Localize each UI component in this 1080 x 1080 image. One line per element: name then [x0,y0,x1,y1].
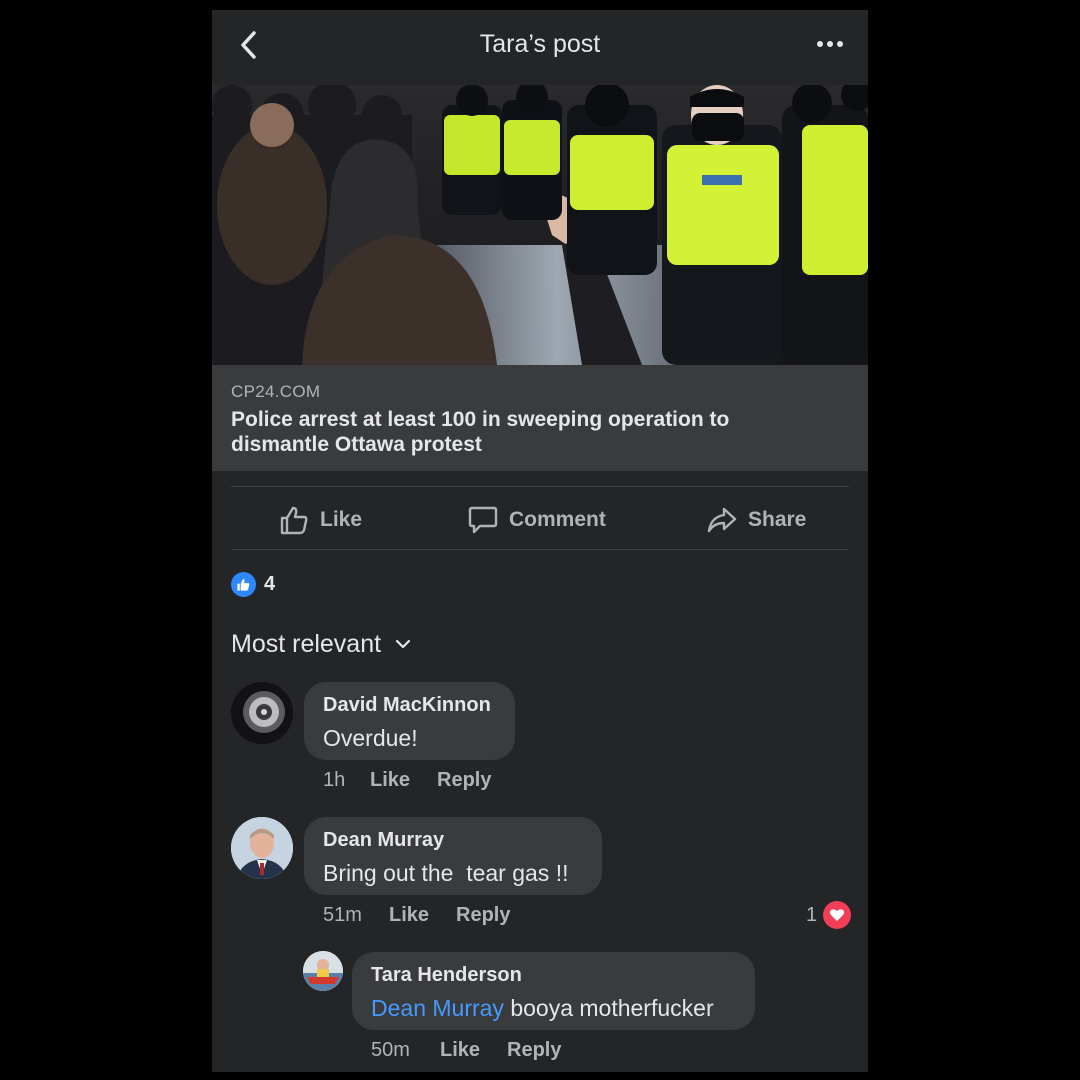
reactions-summary[interactable]: 4 [231,571,275,597]
link-title: Police arrest at least 100 in sweeping o… [231,408,730,456]
page-title: Tara’s post [479,30,601,58]
comment-sort-dropdown[interactable]: Most relevant [231,628,411,660]
comment-time: 51m [323,904,362,926]
comment-author[interactable]: Dean Murray [323,829,444,852]
comment-time: 1h [323,769,346,791]
thumbs-up-icon [280,506,308,535]
like-label: Like [320,508,363,531]
reply-time: 50m [371,1039,410,1061]
top-bar: Tara’s post [212,10,868,85]
avatar[interactable] [231,682,293,744]
link-domain: CP24.COM [231,382,321,401]
comment-like-button[interactable]: Like [389,904,429,927]
like-button[interactable]: Like [278,500,362,540]
comment-label: Comment [509,508,606,531]
post-screen: Tara’s post CP24.COM Police arrest at le… [212,10,868,1072]
reply-text: Dean Murray booya motherfucker [371,995,714,1022]
reply-reply-button[interactable]: Reply [507,1039,561,1062]
chevron-down-icon [395,639,411,649]
share-label: Share [748,508,807,531]
comment-reaction-count[interactable]: 1 [806,904,817,927]
comment-reply-button[interactable]: Reply [437,769,491,792]
reply-body: booya motherfucker [503,995,714,1021]
comment-button[interactable]: Comment [467,500,606,540]
comment-icon [468,506,498,534]
post-photo[interactable] [212,85,868,365]
more-options-button[interactable] [812,31,848,57]
reaction-count: 4 [264,572,276,595]
sort-label: Most relevant [231,629,382,658]
comment-text: Overdue! [323,725,418,751]
comment-like-button[interactable]: Like [370,769,410,792]
reply-author[interactable]: Tara Henderson [371,964,522,987]
photo-image [212,85,868,365]
divider [231,549,849,550]
share-button[interactable]: Share [706,500,806,540]
more-horizontal-icon [817,41,843,47]
avatar[interactable] [303,951,343,991]
link-preview[interactable]: CP24.COM Police arrest at least 100 in s… [212,365,868,471]
reply-like-button[interactable]: Like [440,1039,480,1062]
share-icon [707,507,737,533]
like-reaction-icon [231,571,256,597]
comment-text: Bring out the tear gas !! [323,860,569,886]
comment-reply-button[interactable]: Reply [456,904,510,927]
mention-link[interactable]: Dean Murray [371,995,504,1021]
divider [231,486,849,487]
heart-icon[interactable] [823,901,851,929]
comment-author[interactable]: David MacKinnon [323,694,491,717]
avatar[interactable] [231,817,293,879]
